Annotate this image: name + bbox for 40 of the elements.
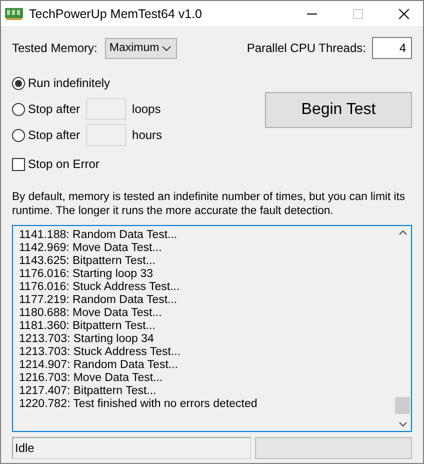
- log-line: 1213.703: Stuck Address Test...: [19, 346, 182, 359]
- log-line: 1213.703: Starting loop 34: [19, 333, 155, 346]
- checkbox[interactable]: [12, 158, 25, 170]
- status-field: Idle: [12, 437, 251, 459]
- option-label: Stop after: [28, 128, 80, 142]
- chevron-down-icon[interactable]: [398, 422, 406, 427]
- log-line: 1177.219: Random Data Test...: [19, 294, 178, 307]
- log-line: 1217.407: Bitpattern Test...: [19, 385, 158, 398]
- option-label: Run indefinitely: [28, 76, 110, 90]
- radio-button[interactable]: [12, 102, 25, 116]
- tested-memory-label: Tested Memory:: [12, 41, 98, 55]
- radio-button[interactable]: [12, 76, 25, 90]
- log-line: 1176.016: Stuck Address Test...: [19, 281, 181, 294]
- option-label: Stop after: [28, 102, 80, 116]
- description-text: By default, memory is tested an indefinite number of times, but you can limit its runtime. The longer it runs the more accurate the fault detection.: [12, 190, 406, 218]
- memory-dropdown[interactable]: Maximum: [105, 38, 178, 58]
- begin-test-button[interactable]: Begin Test: [265, 92, 412, 128]
- count-field[interactable]: [86, 124, 126, 146]
- log-line: 1141.188: Random Data Test...: [19, 229, 178, 242]
- window-title: TechPowerUp MemTest64 v1.0: [29, 6, 202, 20]
- log-line: 1214.907: Random Data Test...: [19, 359, 179, 372]
- unit-label: hours: [132, 128, 162, 142]
- log-line: 1176.016: Starting loop 33: [19, 268, 154, 281]
- close-icon[interactable]: [399, 8, 409, 18]
- log-line: 1220.782: Test finished with no errors detected: [19, 398, 258, 411]
- log-line: 1216.703: Move Data Test...: [19, 372, 164, 385]
- chevron-down-icon: [162, 46, 172, 50]
- checkbox-label: Stop on Error: [28, 157, 100, 171]
- unit-label: loops: [132, 102, 161, 116]
- log-line: 1180.688: Move Data Test...: [19, 307, 163, 320]
- count-field[interactable]: [86, 98, 126, 120]
- scrollbar-thumb[interactable]: [395, 397, 410, 414]
- threads-field[interactable]: 4: [372, 37, 412, 59]
- radio-button[interactable]: [12, 128, 25, 142]
- threads-label: Parallel CPU Threads:: [246, 41, 366, 55]
- log-line: 1143.625: Bitpattern Test...: [19, 255, 156, 268]
- log-line: 1142.969: Move Data Test...: [19, 242, 163, 255]
- log-line: 1181.360: Bitpattern Test...: [19, 320, 156, 333]
- chevron-up-icon[interactable]: [398, 230, 406, 235]
- memory-module-icon: [5, 8, 23, 20]
